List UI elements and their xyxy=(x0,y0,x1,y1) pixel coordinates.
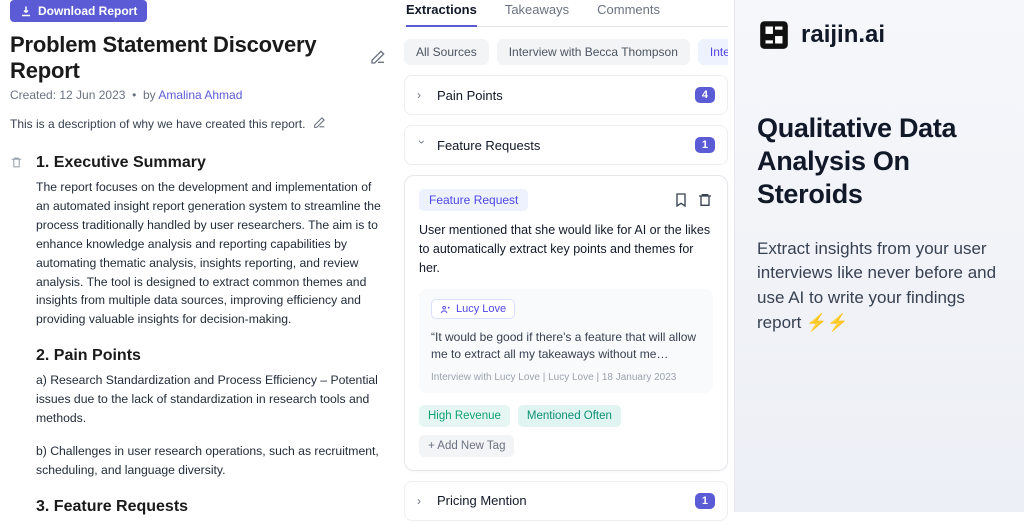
report-meta: Created: 12 Jun 2023 • by Amalina Ahmad xyxy=(10,88,386,102)
accordion-pricing-count: 1 xyxy=(695,493,715,509)
extraction-card: Feature Request User mentioned that she … xyxy=(404,175,728,471)
section-3-heading: 3. Feature Requests xyxy=(36,498,386,516)
card-tag-feature-request[interactable]: Feature Request xyxy=(419,189,528,211)
bookmark-icon[interactable] xyxy=(673,192,689,208)
report-title-row: Problem Statement Discovery Report xyxy=(10,32,386,84)
quote-box: Lucy Love “It would be good if there's a… xyxy=(419,289,713,392)
quote-text: “It would be good if there's a feature t… xyxy=(431,329,701,364)
persona-chip[interactable]: Lucy Love xyxy=(431,299,515,319)
brand-name: raijin.ai xyxy=(801,21,885,49)
accordion-pricing-mention[interactable]: › Pricing Mention 1 xyxy=(404,481,728,521)
trash-icon[interactable] xyxy=(697,192,713,208)
marketing-subtext: Extract insights from your user intervie… xyxy=(757,237,1002,336)
accordion-feature-requests[interactable]: › Feature Requests 1 xyxy=(404,125,728,165)
extraction-tabs: Extractions Takeaways Comments xyxy=(404,0,728,27)
tag-high-revenue[interactable]: High Revenue xyxy=(419,405,510,427)
marketing-headline: Qualitative Data Analysis On Steroids xyxy=(757,112,1002,211)
by-prefix: by xyxy=(143,88,158,102)
chevron-right-icon: › xyxy=(417,494,427,508)
delete-section-icon[interactable] xyxy=(10,157,23,172)
card-body-text: User mentioned that she would like for A… xyxy=(419,221,713,277)
add-new-tag-button[interactable]: + Add New Tag xyxy=(419,435,514,457)
section-1-body: The report focuses on the development an… xyxy=(36,178,386,329)
tab-extractions[interactable]: Extractions xyxy=(406,0,477,27)
quote-meta: Interview with Lucy Love | Lucy Love | 1… xyxy=(431,372,701,383)
source-pill-partial[interactable]: Interview with xyxy=(698,39,728,65)
accordion-pain-count: 4 xyxy=(695,87,715,103)
download-report-button[interactable]: Download Report xyxy=(10,0,147,22)
accordion-feature-count: 1 xyxy=(695,137,715,153)
chevron-down-icon: › xyxy=(415,140,429,150)
chevron-right-icon: › xyxy=(417,88,427,102)
accordion-pain-label: Pain Points xyxy=(437,88,503,103)
tab-takeaways[interactable]: Takeaways xyxy=(505,0,569,26)
section-2-heading: 2. Pain Points xyxy=(36,347,386,365)
source-pill-becca[interactable]: Interview with Becca Thompson xyxy=(497,39,690,65)
tab-comments[interactable]: Comments xyxy=(597,0,660,26)
download-icon xyxy=(20,5,32,17)
download-report-label: Download Report xyxy=(38,4,137,18)
brand-row: raijin.ai xyxy=(757,18,1002,52)
created-date: Created: 12 Jun 2023 xyxy=(10,88,125,102)
author-link[interactable]: Amalina Ahmad xyxy=(158,88,242,102)
edit-title-icon[interactable] xyxy=(370,45,386,71)
accordion-feature-label: Feature Requests xyxy=(437,138,540,153)
edit-description-icon[interactable] xyxy=(313,116,326,132)
brand-logo-icon xyxy=(757,18,791,52)
persona-name: Lucy Love xyxy=(456,303,506,315)
report-title: Problem Statement Discovery Report xyxy=(10,32,362,84)
source-pill-all[interactable]: All Sources xyxy=(404,39,489,65)
source-pills: All Sources Interview with Becca Thompso… xyxy=(404,39,728,65)
report-description: This is a description of why we have cre… xyxy=(10,117,305,131)
person-icon xyxy=(440,304,451,315)
tag-mentioned-often[interactable]: Mentioned Often xyxy=(518,405,621,427)
section-1-heading: 1. Executive Summary xyxy=(36,154,386,172)
accordion-pain-points[interactable]: › Pain Points 4 xyxy=(404,75,728,115)
accordion-pricing-label: Pricing Mention xyxy=(437,493,527,508)
section-2-body-a: a) Research Standardization and Process … xyxy=(36,371,386,428)
section-2-body-b: b) Challenges in user research operation… xyxy=(36,442,386,480)
